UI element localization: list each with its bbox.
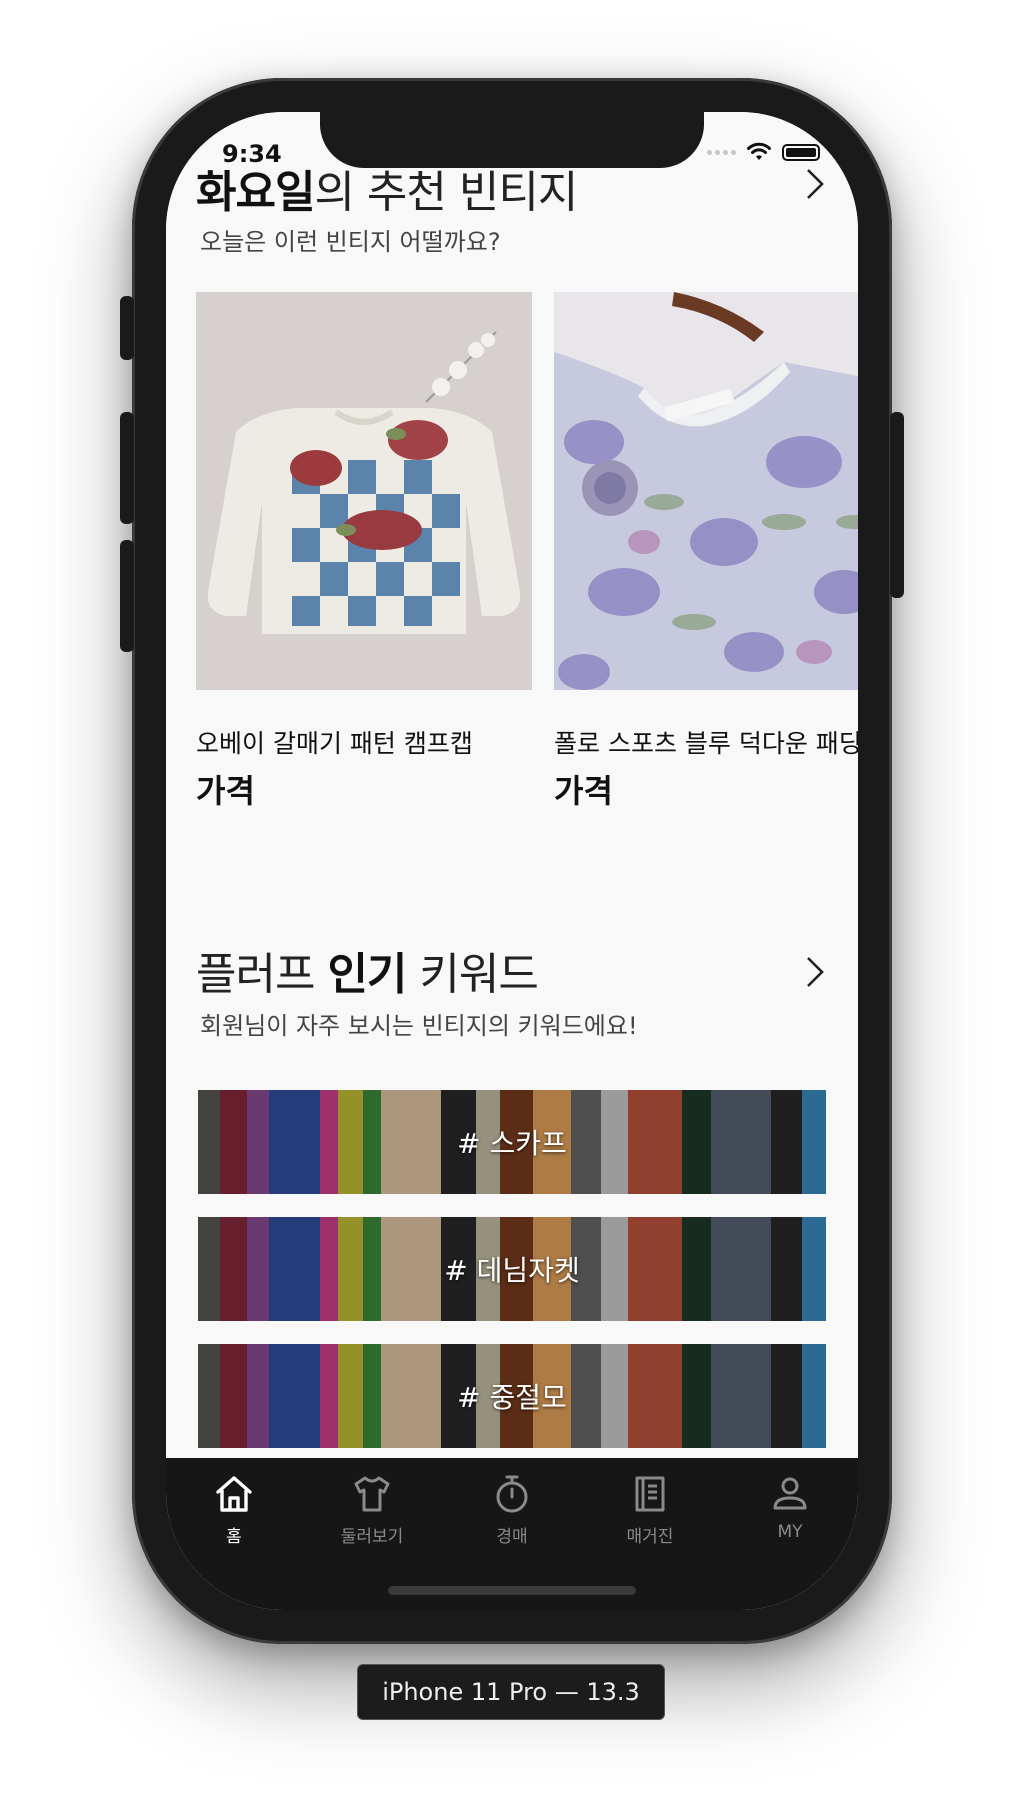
- home-content: 화요일의 추천 빈티지 9:34 오늘은 이런 빈티지 어떨까요? 오베이 갈매…: [166, 112, 858, 1458]
- person-icon: [773, 1477, 807, 1510]
- product-price-2: 가격: [554, 772, 613, 810]
- recommend-title-rest: 의 추천 빈티지: [314, 167, 578, 218]
- status-icons: [707, 142, 820, 162]
- keywords-title-pre: 플러프: [196, 949, 328, 1000]
- product-price-1: 가격: [196, 772, 255, 810]
- keywords-title-post: 키워드: [406, 949, 538, 1000]
- mute-switch: [120, 296, 134, 360]
- product-name-2[interactable]: 폴로 스포츠 블루 덕다운 패딩: [554, 724, 858, 760]
- tab-magazine[interactable]: 매거진: [590, 1472, 710, 1547]
- battery-icon: [782, 143, 820, 161]
- keywords-more-chevron-icon[interactable]: [802, 954, 828, 990]
- phone-screen: 화요일의 추천 빈티지 9:34 오늘은 이런 빈티지 어떨까요? 오베이 갈매…: [166, 112, 858, 1610]
- product-image-sweater[interactable]: [196, 292, 532, 690]
- keyword-label: # 중절모: [457, 1381, 567, 1414]
- device-label: iPhone 11 Pro — 13.3: [357, 1664, 665, 1720]
- volume-up-button: [120, 412, 134, 524]
- volume-down-button: [120, 540, 134, 652]
- home-icon: [216, 1476, 252, 1512]
- keyword-banner-scarf[interactable]: # 스카프: [198, 1090, 826, 1194]
- keywords-subtitle: 회원님이 자주 보시는 빈티지의 키워드에요!: [200, 1012, 638, 1040]
- tab-auction-label: 경매: [496, 1527, 528, 1547]
- signal-icon: [707, 149, 736, 155]
- recommend-title-day: 화요일: [196, 167, 315, 218]
- power-button: [890, 412, 904, 598]
- keyword-banner-fedora[interactable]: # 중절모: [198, 1344, 826, 1448]
- tab-browse-label: 둘러보기: [340, 1527, 404, 1547]
- stopwatch-icon: [496, 1475, 528, 1513]
- product-image-blouse[interactable]: [554, 292, 858, 690]
- tab-auction[interactable]: 경매: [452, 1472, 572, 1547]
- keywords-title-bold: 인기: [327, 949, 407, 1000]
- recommend-subtitle: 오늘은 이런 빈티지 어떨까요?: [200, 228, 501, 256]
- notch: [320, 112, 704, 168]
- tab-browse[interactable]: 둘러보기: [312, 1472, 432, 1547]
- wifi-icon: [747, 142, 771, 160]
- tab-bar: 홈 둘러보기 경매 매거진 MY: [166, 1458, 858, 1610]
- tab-home[interactable]: 홈: [174, 1472, 294, 1547]
- keywords-title: 플러프 인기 키워드: [196, 938, 539, 1002]
- keyword-label: # 스카프: [457, 1127, 567, 1160]
- recommend-more-chevron-icon[interactable]: [802, 166, 828, 202]
- tab-home-label: 홈: [226, 1527, 242, 1547]
- status-time: 9:34: [222, 140, 282, 168]
- tab-my-label: MY: [777, 1522, 803, 1542]
- keyword-banner-denim-jacket[interactable]: # 데님자켓: [198, 1217, 826, 1321]
- tab-magazine-label: 매거진: [626, 1527, 674, 1547]
- book-icon: [635, 1476, 665, 1512]
- tab-my[interactable]: MY: [730, 1472, 850, 1542]
- product-name-1[interactable]: 오베이 갈매기 패턴 캠프캡: [196, 724, 473, 760]
- home-indicator[interactable]: [388, 1586, 636, 1595]
- tshirt-icon: [354, 1476, 390, 1512]
- keyword-label: # 데님자켓: [444, 1254, 580, 1287]
